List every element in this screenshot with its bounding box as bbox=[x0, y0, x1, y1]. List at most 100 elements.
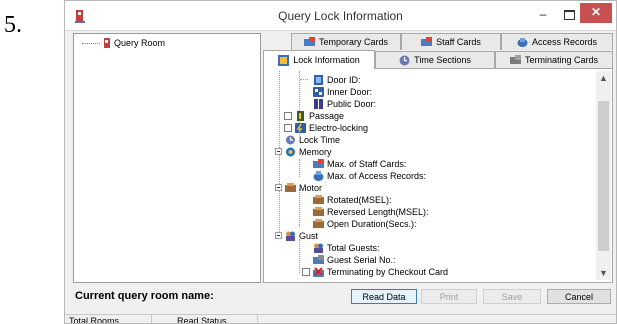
motor-icon bbox=[285, 182, 296, 192]
tree-connector bbox=[82, 42, 100, 44]
tab-label: Temporary Cards bbox=[318, 37, 389, 47]
tab-terminating-cards[interactable]: Terminating Cards bbox=[495, 51, 613, 68]
total-rooms-label: Total Rooms bbox=[69, 316, 120, 324]
save-button[interactable]: Save bbox=[483, 289, 541, 304]
terminate-icon bbox=[313, 266, 324, 277]
tree-item-memory[interactable]: Memory bbox=[275, 146, 332, 157]
motor-icon bbox=[313, 218, 324, 228]
terminating-checkbox[interactable] bbox=[302, 267, 310, 276]
tree-item-guest-serial[interactable]: Guest Serial No.: bbox=[292, 254, 396, 265]
step-number: 5. bbox=[4, 12, 22, 38]
tab-lock-information[interactable]: Lock Information bbox=[263, 50, 375, 69]
motor-icon bbox=[313, 194, 324, 204]
clock-icon bbox=[286, 135, 295, 144]
scroll-thumb[interactable] bbox=[598, 101, 609, 251]
card-icon bbox=[421, 36, 433, 46]
minimize-button[interactable]: – bbox=[528, 3, 558, 27]
clock-icon bbox=[399, 55, 410, 65]
room-tree-panel: Query Room bbox=[73, 33, 261, 283]
motor-icon bbox=[313, 206, 324, 216]
scroll-up-arrow-icon[interactable]: ▲ bbox=[596, 71, 611, 85]
tree-item-label: Max. of Access Records: bbox=[327, 170, 427, 181]
passage-icon bbox=[297, 110, 304, 121]
tree-item-total-guests[interactable]: Total Guests: bbox=[292, 242, 380, 253]
tree-item-label: Gust bbox=[299, 230, 319, 241]
tab-access-records[interactable]: Access Records bbox=[501, 33, 613, 50]
tree-item-label: Memory bbox=[299, 146, 332, 157]
electro-locking-checkbox[interactable] bbox=[284, 123, 292, 132]
lock-information-panel: Door ID: Inner Door: Public Door: Passag… bbox=[263, 68, 613, 283]
tree-item-max-staff-cards[interactable]: Max. of Staff Cards: bbox=[292, 158, 406, 169]
door-icon bbox=[313, 86, 324, 97]
tree-item-rotated[interactable]: Rotated(MSEL): bbox=[292, 194, 392, 205]
tab-staff-cards[interactable]: Staff Cards bbox=[401, 33, 501, 50]
lock-info-tree: Door ID: Inner Door: Public Door: Passag… bbox=[268, 71, 592, 280]
tree-item-label: Electro-locking bbox=[309, 122, 369, 133]
tree-connector bbox=[300, 79, 308, 80]
cancel-button[interactable]: Cancel bbox=[547, 289, 611, 304]
tab-label: Terminating Cards bbox=[524, 55, 599, 65]
title-bar: Query Lock Information – ✕ bbox=[65, 1, 616, 31]
tree-item-label: Public Door: bbox=[327, 98, 377, 109]
tree-item-max-access-records[interactable]: Max. of Access Records: bbox=[292, 170, 426, 181]
gust-expander[interactable] bbox=[275, 232, 282, 239]
tab-label: Staff Cards bbox=[436, 37, 481, 47]
tree-item-label: Guest Serial No.: bbox=[327, 254, 396, 265]
card-icon bbox=[313, 158, 324, 168]
door-icon bbox=[314, 74, 323, 85]
tree-item-terminating-checkout[interactable]: Terminating by Checkout Card bbox=[302, 266, 448, 277]
motor-expander[interactable] bbox=[275, 184, 282, 191]
tab-time-sections[interactable]: Time Sections bbox=[375, 51, 495, 68]
memory-icon bbox=[286, 147, 295, 156]
tree-item-label: Open Duration(Secs.): bbox=[327, 218, 417, 229]
vertical-scrollbar[interactable]: ▲ ▼ bbox=[596, 71, 611, 280]
guest-icon bbox=[286, 231, 295, 241]
tab-label: Time Sections bbox=[414, 55, 471, 65]
maximize-button[interactable] bbox=[558, 3, 580, 27]
tab-label: Lock Information bbox=[293, 55, 360, 65]
tree-item-public-door[interactable]: Public Door: bbox=[292, 98, 376, 109]
close-button[interactable]: ✕ bbox=[580, 3, 612, 23]
tree-item-label: Terminating by Checkout Card bbox=[327, 266, 449, 277]
current-room-label: Current query room name: bbox=[75, 290, 214, 302]
tab-strip: Temporary Cards Staff Cards Access Recor… bbox=[263, 33, 613, 69]
electro-icon bbox=[295, 122, 306, 133]
query-room-node[interactable]: Query Room bbox=[82, 37, 165, 49]
lock-icon bbox=[278, 54, 290, 66]
query-room-label: Query Room bbox=[114, 38, 166, 48]
status-divider bbox=[151, 315, 152, 323]
tree-item-electro-locking[interactable]: Electro-locking bbox=[284, 122, 368, 133]
card-icon bbox=[303, 36, 315, 46]
records-icon bbox=[313, 170, 324, 181]
card-icon bbox=[313, 254, 324, 264]
tree-item-label: Motor bbox=[299, 182, 323, 193]
tree-item-reversed-length[interactable]: Reversed Length(MSEL): bbox=[292, 206, 429, 217]
status-divider bbox=[257, 315, 258, 323]
guest-icon bbox=[314, 243, 323, 253]
tree-item-passage[interactable]: Passage bbox=[284, 110, 344, 121]
card-icon bbox=[509, 54, 521, 64]
status-bar: Total Rooms Read Status bbox=[65, 314, 616, 324]
read-status-label: Read Status bbox=[177, 316, 227, 324]
tree-item-label: Door ID: bbox=[327, 74, 361, 85]
tree-item-label: Inner Door: bbox=[327, 86, 373, 97]
tree-item-motor[interactable]: Motor bbox=[275, 182, 322, 193]
door-icon bbox=[314, 98, 323, 109]
records-icon bbox=[517, 37, 528, 47]
tree-item-door-id[interactable]: Door ID: bbox=[292, 74, 361, 85]
tree-item-inner-door[interactable]: Inner Door: bbox=[292, 86, 372, 97]
room-icon bbox=[104, 37, 110, 48]
memory-expander[interactable] bbox=[275, 148, 282, 155]
tree-item-lock-time[interactable]: Lock Time bbox=[274, 134, 340, 145]
tree-item-open-duration[interactable]: Open Duration(Secs.): bbox=[292, 218, 417, 229]
tree-item-label: Max. of Staff Cards: bbox=[327, 158, 407, 169]
print-button[interactable]: Print bbox=[421, 289, 477, 304]
tree-item-label: Reversed Length(MSEL): bbox=[327, 206, 429, 217]
passage-checkbox[interactable] bbox=[284, 111, 292, 120]
tab-temporary-cards[interactable]: Temporary Cards bbox=[291, 33, 401, 50]
query-lock-window: Query Lock Information – ✕ Query Room Te… bbox=[64, 0, 617, 324]
tree-item-label: Lock Time bbox=[299, 134, 341, 145]
scroll-down-arrow-icon[interactable]: ▼ bbox=[596, 266, 611, 280]
read-data-button[interactable]: Read Data bbox=[351, 289, 417, 304]
tree-item-gust[interactable]: Gust bbox=[275, 230, 318, 241]
